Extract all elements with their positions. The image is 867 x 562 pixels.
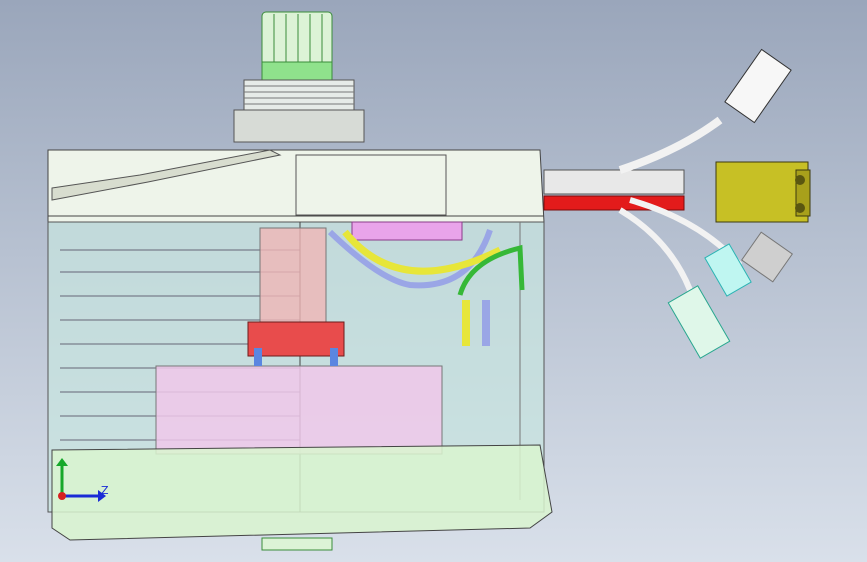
top-cap — [47, 149, 545, 223]
cad-viewport[interactable]: Z — [0, 0, 867, 562]
motor-assembly-drawing[interactable] — [0, 0, 867, 562]
xt-connector — [715, 161, 811, 223]
grey-connector — [740, 231, 794, 283]
z-axis-label: Z — [101, 484, 109, 497]
white-plug-connector — [724, 48, 792, 124]
bottom-base — [51, 444, 553, 551]
teal-connector — [704, 243, 752, 297]
threaded-nut — [233, 79, 365, 143]
pcb-pins — [351, 221, 463, 241]
spline-shaft — [261, 11, 333, 81]
cyan-connector — [667, 285, 731, 359]
